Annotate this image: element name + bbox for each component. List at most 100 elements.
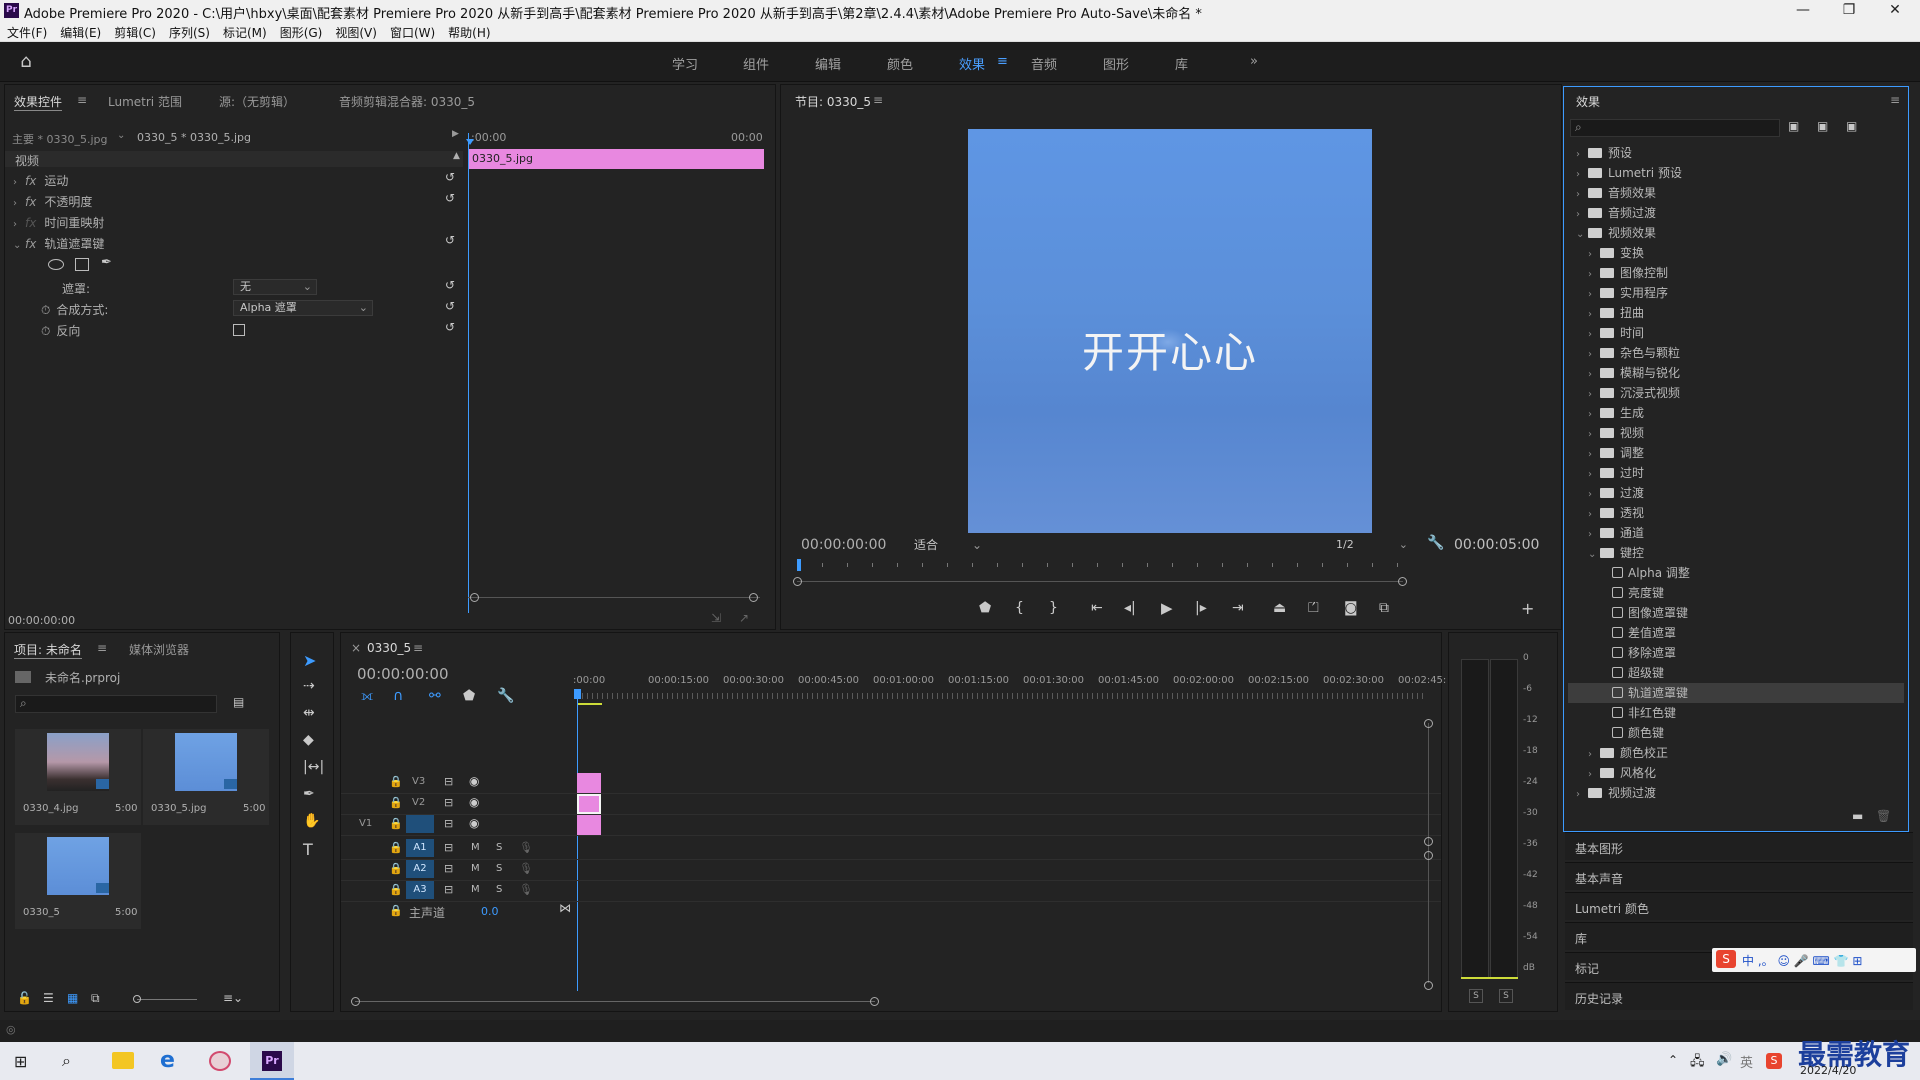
maximize-button[interactable]: ❐ — [1826, 0, 1872, 22]
panel-essential-sound[interactable]: 基本声音 — [1565, 862, 1913, 890]
reset-motion-icon[interactable]: ↺ — [445, 170, 455, 184]
thumbnail-size-handle[interactable] — [133, 995, 141, 1003]
mute-button[interactable]: M — [471, 863, 480, 874]
menu-file[interactable]: 文件(F) — [0, 22, 53, 41]
timeline-zoom-scrollbar[interactable] — [355, 1001, 875, 1002]
rectangle-mask-icon[interactable] — [75, 258, 89, 271]
home-icon[interactable]: ⌂ — [16, 51, 36, 72]
chevron-right-icon[interactable]: › — [1588, 265, 1600, 285]
effects-tree-item[interactable]: › 调整 — [1568, 443, 1904, 463]
effects-tree-item[interactable]: › 透视 — [1568, 503, 1904, 523]
taskbar-search-icon[interactable]: ⌕ — [62, 1051, 71, 1071]
lock-project-icon[interactable]: 🔓 — [17, 991, 32, 1005]
eye-icon[interactable]: ◉ — [469, 774, 479, 788]
vscroll-bottom-handle[interactable] — [1424, 981, 1433, 990]
mute-button[interactable]: M — [471, 884, 480, 895]
reset-track-matte-icon[interactable]: ↺ — [445, 233, 455, 247]
program-ruler-ticks[interactable] — [797, 563, 1403, 567]
lock-icon[interactable]: 🔒 — [389, 817, 403, 830]
chevron-right-icon[interactable]: › — [1588, 245, 1600, 265]
lift-icon[interactable]: ⏏ — [1273, 600, 1286, 616]
panel-libraries[interactable]: 库 — [1565, 922, 1913, 950]
play-icon[interactable]: ▶ — [1161, 599, 1173, 617]
tray-ime-icon[interactable]: 英 — [1740, 1052, 1753, 1071]
program-scroll-right-handle[interactable] — [1398, 577, 1407, 586]
solo-button[interactable]: S — [496, 884, 502, 895]
nest-toggle-icon[interactable]: ⟗ — [361, 688, 373, 704]
close-button[interactable]: ✕ — [1872, 0, 1918, 22]
slip-tool-icon[interactable]: |↔| — [303, 759, 324, 775]
ec-zoom-scrollbar[interactable] — [468, 597, 760, 598]
effects-tree-item[interactable]: › Lumetri 预设 — [1568, 163, 1904, 183]
menu-markers[interactable]: 标记(M) — [216, 22, 273, 41]
mute-button[interactable]: M — [471, 842, 480, 853]
chevron-right-icon[interactable]: › — [1588, 425, 1600, 445]
tray-network-icon[interactable]: 🖧 — [1690, 1052, 1705, 1074]
sogou-ime-icon[interactable]: S — [1716, 950, 1736, 968]
chevron-right-icon[interactable]: › — [1588, 385, 1600, 405]
taskbar-premiere-button[interactable]: Pr — [250, 1042, 294, 1080]
master-volume-value[interactable]: 0.0 — [481, 905, 499, 918]
timeline-ruler[interactable]: :00:00 00:00:15:00 00:00:30:00 00:00:45:00 0… — [573, 675, 1446, 689]
ec-export-icon[interactable]: ↗ — [739, 611, 749, 625]
program-scroll-left-handle[interactable] — [793, 577, 802, 586]
program-playhead[interactable] — [797, 559, 801, 571]
video-track-label[interactable]: V3 — [412, 776, 425, 787]
timeline-sequence-tab[interactable]: 0330_5 — [367, 641, 411, 655]
new-bin-icon[interactable]: ▬ — [1852, 809, 1863, 823]
effects-menu-icon[interactable]: ≡ — [1890, 93, 1900, 107]
close-sequence-icon[interactable]: × — [351, 641, 361, 655]
pen-tool-icon[interactable]: ✒ — [303, 786, 315, 802]
workspace-color[interactable]: 颜色 — [887, 54, 913, 73]
effects-tree-item[interactable]: › 实用程序 — [1568, 283, 1904, 303]
project-item-1[interactable]: 0330_5.jpg 5:00 — [143, 729, 269, 825]
project-item-0[interactable]: 0330_4.jpg 5:00 — [15, 729, 141, 825]
effects-tree-item[interactable]: › 风格化 — [1568, 763, 1904, 783]
effects-tree-item[interactable]: › 模糊与锐化 — [1568, 363, 1904, 383]
minimize-button[interactable]: — — [1780, 0, 1826, 22]
workspace-libraries[interactable]: 库 — [1175, 54, 1188, 73]
composite-dropdown[interactable]: Alpha 遮罩 ⌄ — [233, 300, 373, 316]
step-forward-icon[interactable]: |▸ — [1195, 600, 1207, 616]
go-to-end-icon[interactable]: ⋈ — [559, 901, 571, 915]
program-video-frame[interactable]: 开开心心 — [968, 129, 1372, 533]
workspace-learning[interactable]: 学习 — [672, 54, 698, 73]
chevron-right-icon[interactable]: › — [1588, 405, 1600, 425]
menu-help[interactable]: 帮助(H) — [441, 22, 496, 41]
ec-zoom-right-handle[interactable] — [749, 593, 758, 602]
effects-tree-item[interactable]: 移除遮罩 — [1568, 643, 1904, 663]
chevron-right-icon[interactable]: › — [1588, 485, 1600, 505]
sync-lock-icon[interactable]: ⊟ — [444, 841, 453, 854]
fx-opacity-row[interactable]: › fx 不透明度 — [13, 193, 92, 210]
fx-motion-row[interactable]: › fx 运动 — [13, 172, 68, 189]
reset-composite-icon[interactable]: ↺ — [445, 299, 455, 313]
eye-icon[interactable]: ◉ — [469, 795, 479, 809]
workspace-more-icon[interactable]: » — [1250, 54, 1258, 69]
expand-arrow-icon[interactable]: ▶ — [452, 129, 459, 139]
workspace-assembly[interactable]: 组件 — [743, 54, 769, 73]
ripple-edit-tool-icon[interactable]: ⇹ — [303, 705, 315, 721]
tab-lumetri-scopes[interactable]: Lumetri 范围 — [108, 93, 182, 110]
menu-clip[interactable]: 剪辑(C) — [107, 22, 162, 41]
thumbnail-size-slider[interactable] — [137, 999, 197, 1000]
freeform-view-icon[interactable]: ⧉ — [91, 991, 100, 1006]
effects-tree-item[interactable]: 非红色键 — [1568, 703, 1904, 723]
track-select-tool-icon[interactable]: ⇢ — [303, 678, 315, 694]
audio-track-target[interactable]: A2 — [406, 860, 434, 878]
effects-search-input[interactable]: ⌕ — [1570, 119, 1780, 137]
windows-start-icon[interactable]: ⊞ — [14, 1052, 27, 1071]
video-track-label[interactable]: V2 — [412, 797, 425, 808]
tray-sogou-icon[interactable]: S — [1766, 1053, 1782, 1069]
chevron-right-icon[interactable]: › — [1588, 365, 1600, 385]
lock-icon[interactable]: 🔒 — [389, 883, 403, 896]
project-menu-icon[interactable]: ≡ — [97, 641, 107, 655]
program-scrollbar[interactable] — [797, 581, 1403, 582]
icon-view-icon[interactable]: ▦ — [67, 991, 78, 1005]
clip-dropdown-icon[interactable]: ⌄ — [117, 130, 125, 141]
matte-dropdown[interactable]: 无 ⌄ — [233, 279, 317, 295]
add-marker-icon[interactable]: ⬟ — [979, 600, 991, 616]
menu-sequence[interactable]: 序列(S) — [162, 22, 216, 41]
chevron-right-icon[interactable]: › — [1576, 205, 1588, 225]
go-to-out-icon[interactable]: ⇥ — [1232, 600, 1244, 616]
effects-tree-item[interactable]: › 视频 — [1568, 423, 1904, 443]
